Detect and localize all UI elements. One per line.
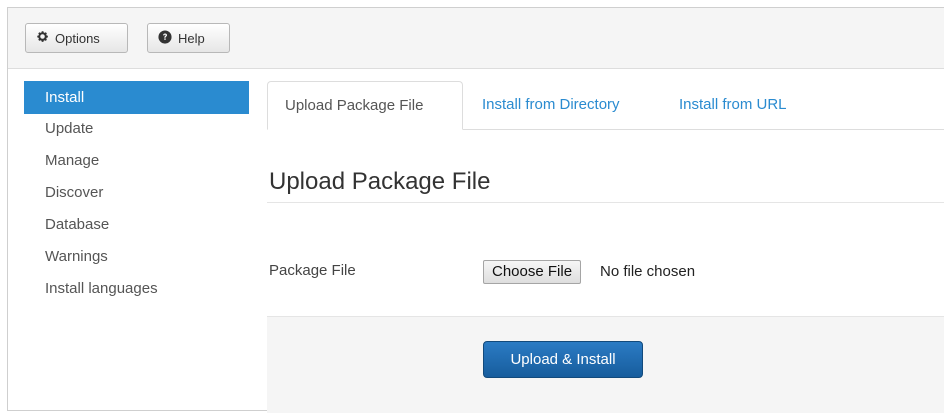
sidebar-item-install[interactable]: Install bbox=[24, 81, 249, 114]
divider bbox=[267, 202, 944, 203]
form-actions: Upload & Install bbox=[267, 316, 944, 413]
sidebar-nav: Install Update Manage Discover Database … bbox=[24, 81, 249, 305]
sidebar-item-warnings[interactable]: Warnings bbox=[24, 241, 249, 273]
help-label: Help bbox=[178, 30, 205, 46]
sidebar-item-database[interactable]: Database bbox=[24, 209, 249, 241]
tab-upload-package-file[interactable]: Upload Package File bbox=[267, 81, 463, 130]
sidebar-item-update[interactable]: Update bbox=[24, 113, 249, 145]
file-status: No file chosen bbox=[600, 263, 696, 280]
choose-file-button[interactable]: Choose File bbox=[483, 260, 582, 284]
upload-install-button[interactable]: Upload & Install bbox=[483, 341, 643, 378]
section-title: Upload Package File bbox=[269, 168, 491, 195]
installer-panel: Options Help Install Update Manage Disco… bbox=[7, 7, 944, 413]
install-tabs: Upload Package File Install from Directo… bbox=[267, 81, 944, 130]
sidebar-item-manage[interactable]: Manage bbox=[24, 145, 249, 177]
options-label: Options bbox=[55, 30, 100, 46]
sidebar-item-install-languages[interactable]: Install languages bbox=[24, 273, 249, 305]
tab-install-from-url[interactable]: Install from URL bbox=[662, 81, 804, 129]
package-file-label: Package File bbox=[269, 262, 356, 279]
help-button[interactable]: Help bbox=[147, 23, 230, 53]
gear-icon bbox=[36, 30, 55, 46]
options-button[interactable]: Options bbox=[25, 23, 128, 53]
sidebar-item-discover[interactable]: Discover bbox=[24, 177, 249, 209]
tab-install-from-directory[interactable]: Install from Directory bbox=[465, 81, 637, 129]
toolbar: Options Help bbox=[8, 8, 944, 69]
question-circle-icon bbox=[158, 29, 178, 47]
